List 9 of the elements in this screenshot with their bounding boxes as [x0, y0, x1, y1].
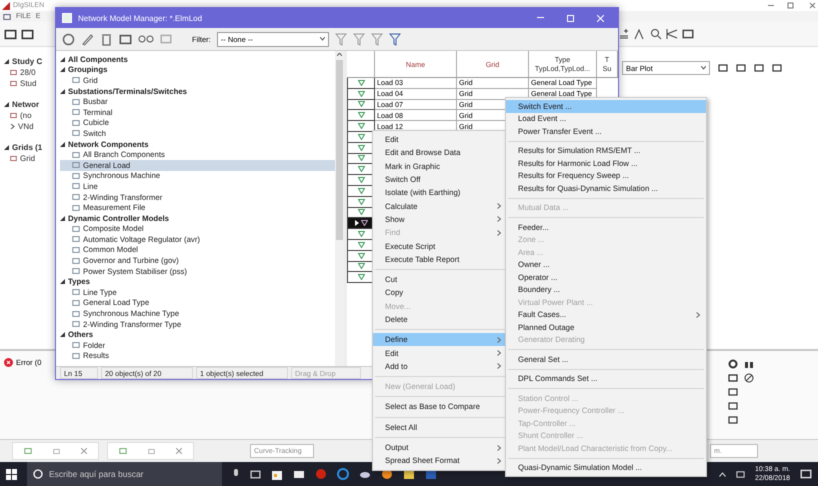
tree-label: Study C [12, 57, 42, 66]
window-title: Network Model Manager: *.ElmLod [78, 14, 202, 22]
tree-label: Grid [20, 154, 36, 163]
tree-label: Grids (1 [12, 143, 42, 152]
tree-label: Stud [20, 79, 36, 88]
tree-label: (no [20, 111, 32, 120]
tree-label: VNd [18, 122, 34, 131]
tree-label: 28/0 [20, 68, 36, 77]
tree-label: Networ [12, 100, 40, 109]
